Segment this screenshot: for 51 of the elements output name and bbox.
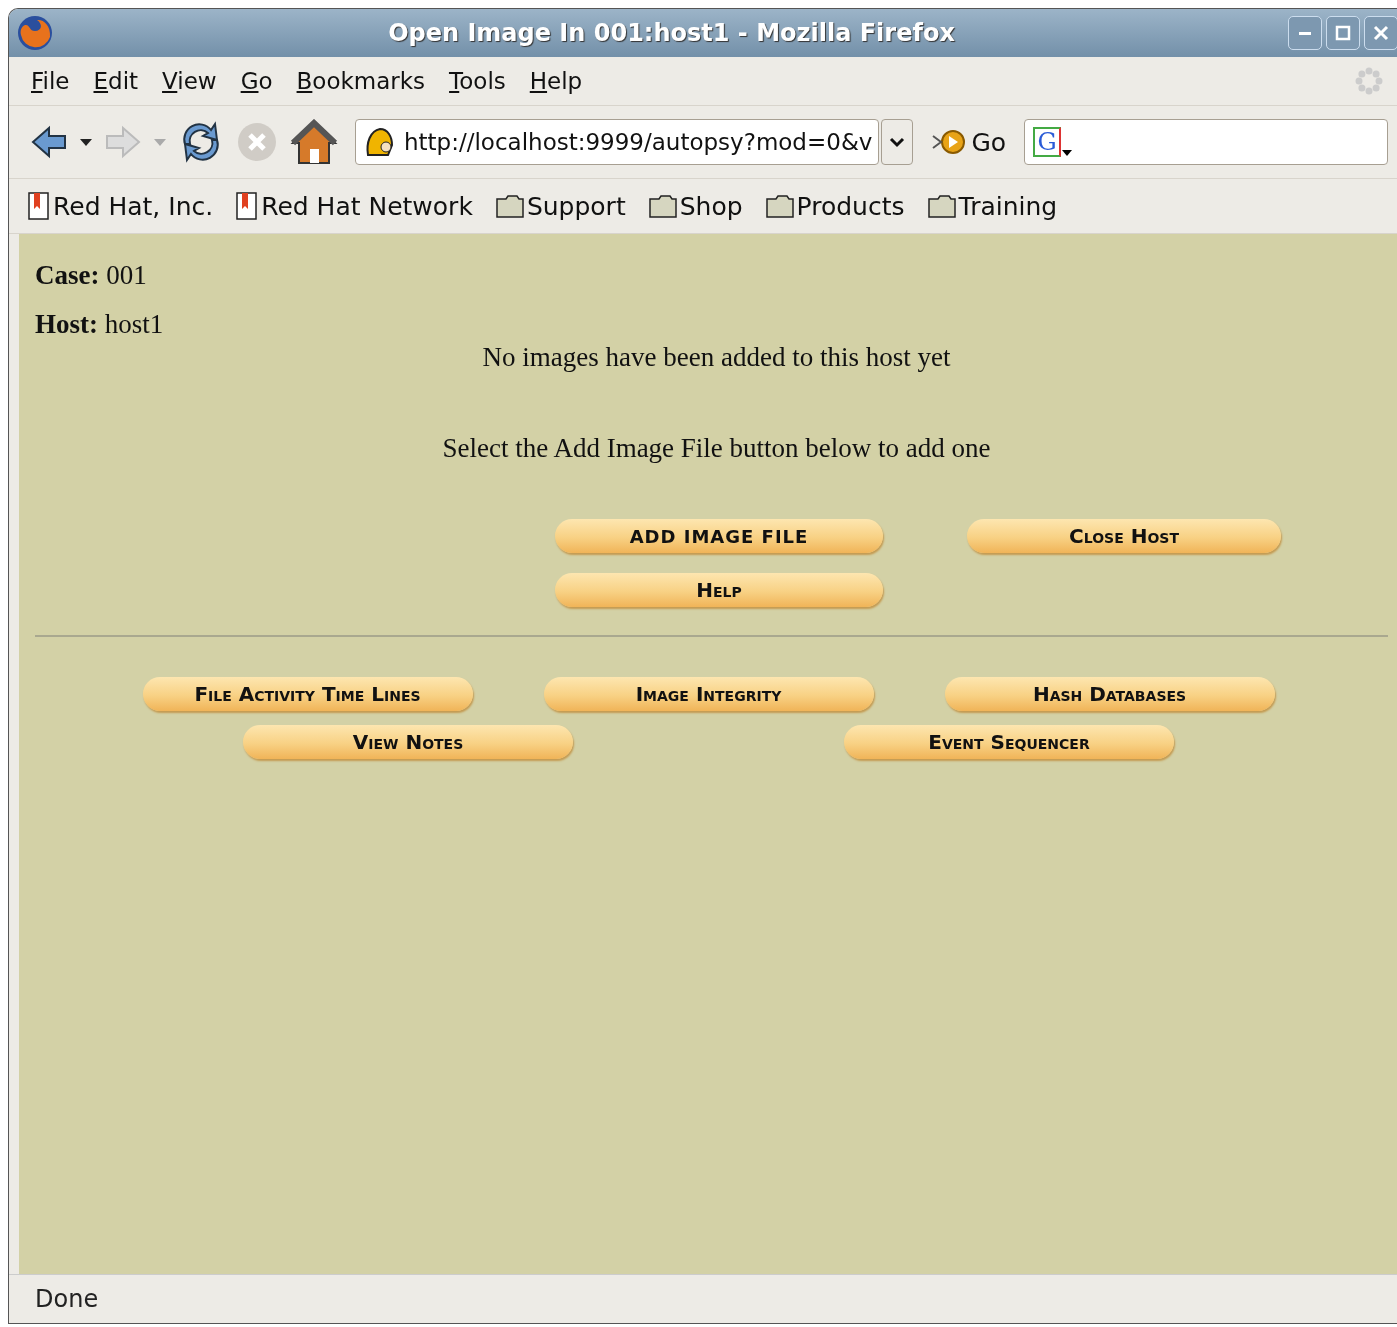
address-dropdown-button[interactable] xyxy=(881,119,914,165)
bookmark-item[interactable]: Red Hat, Inc. xyxy=(27,191,214,221)
bookmark-item[interactable]: Shop xyxy=(647,191,743,221)
folder-icon xyxy=(764,193,795,219)
status-text: Done xyxy=(35,1285,99,1313)
dropdown-caret-icon xyxy=(1062,150,1073,156)
minimize-icon xyxy=(1299,31,1311,35)
page-button[interactable]: Image Integrity xyxy=(543,677,874,711)
page-button[interactable]: Event Sequencer xyxy=(844,725,1174,759)
minimize-button[interactable] xyxy=(1288,16,1322,50)
menu-item[interactable]: Help xyxy=(521,68,599,94)
search-engine-button[interactable]: G xyxy=(1033,127,1062,157)
page-button[interactable]: File Activity Time Lines xyxy=(142,677,473,711)
page-button[interactable]: Hash Databases xyxy=(944,677,1275,711)
bookmark-item[interactable]: Support xyxy=(494,191,626,221)
bookmark-icon xyxy=(27,191,51,221)
window-title: Open Image In 001:host1 - Mozilla Firefox xyxy=(387,19,956,47)
maximize-button[interactable] xyxy=(1326,16,1360,50)
message-text: No images have been added to this host yet xyxy=(481,342,952,373)
menu-item[interactable]: Go xyxy=(232,68,289,94)
dropdown-caret-icon[interactable] xyxy=(79,137,93,147)
menu-item[interactable]: View xyxy=(154,68,233,94)
folder-icon xyxy=(494,193,525,219)
menu-item[interactable]: File xyxy=(23,68,86,94)
maximize-icon xyxy=(1335,25,1351,41)
close-icon xyxy=(1373,25,1389,41)
bookmark-item[interactable]: Red Hat Network xyxy=(235,191,473,221)
menu-item[interactable]: Bookmarks xyxy=(288,68,442,94)
bookmark-item[interactable]: Products xyxy=(764,191,905,221)
message-text: Select the Add Image File button below to add one xyxy=(441,433,992,464)
browser-logo-icon xyxy=(15,13,55,53)
menu-item[interactable]: Tools xyxy=(441,68,522,94)
throbber-icon xyxy=(1354,66,1384,96)
go-arrow-icon xyxy=(931,128,968,156)
caret-icon xyxy=(889,136,906,148)
host-info-text: Case: 001 xyxy=(35,260,148,291)
search-field[interactable]: G xyxy=(1024,119,1388,165)
folder-icon xyxy=(647,193,678,219)
page-button[interactable]: ADD IMAGE FILE xyxy=(555,519,883,553)
address-field[interactable]: http://localhost:9999/autopsy?mod=0&v xyxy=(355,119,880,165)
menu-item[interactable]: Edit xyxy=(85,68,155,94)
bookmark-item[interactable]: Training xyxy=(926,191,1058,221)
page-button[interactable]: Help xyxy=(555,573,883,607)
home-icon[interactable] xyxy=(289,119,339,165)
close-button[interactable] xyxy=(1364,16,1397,50)
host-info-text: Host: host1 xyxy=(35,309,165,340)
bookmark-icon xyxy=(235,191,260,221)
page-button[interactable]: Close Host xyxy=(967,519,1281,553)
page-button[interactable]: View Notes xyxy=(243,725,573,759)
folder-icon xyxy=(926,193,957,219)
go-button[interactable]: Go xyxy=(923,127,1015,157)
